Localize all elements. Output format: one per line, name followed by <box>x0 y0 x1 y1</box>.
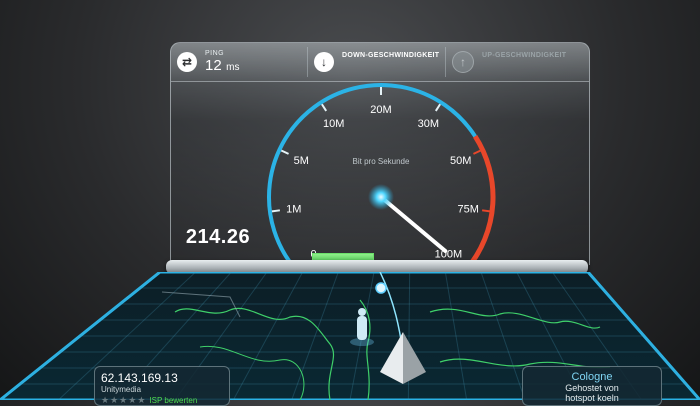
gauge-hub <box>368 184 394 210</box>
isp-name: Unitymedia <box>101 385 142 394</box>
gauge-tick <box>473 149 482 155</box>
server-location-dot <box>375 282 387 294</box>
rate-isp-link[interactable]: ISP bewerten <box>149 396 197 405</box>
gauge-tick <box>280 149 289 155</box>
star-icon[interactable]: ★ <box>128 395 136 406</box>
gauge-tick <box>434 103 441 112</box>
hosted-by-label: Gehostet von <box>565 383 619 393</box>
gauge-tick-label: 100M <box>435 249 463 261</box>
gauge-tick <box>271 209 281 213</box>
host-city: Cologne <box>571 371 613 383</box>
star-icon[interactable]: ★ <box>137 395 145 406</box>
gauge-tick <box>321 103 328 112</box>
gauge-tick-label: 1M <box>286 203 301 215</box>
current-speed-value: 214.26 <box>185 226 251 248</box>
gauge-tick-label: 30M <box>418 118 439 130</box>
star-icon[interactable]: ★ <box>119 395 127 406</box>
gauge-tick-label: 5M <box>294 155 309 167</box>
gauge-tick-label: 75M <box>458 203 479 215</box>
gauge-tick <box>481 209 491 213</box>
star-icon[interactable]: ★ <box>110 395 118 406</box>
ip-address: 62.143.169.13 <box>101 371 178 385</box>
isp-rating[interactable]: ★ ★ ★ ★ ★ ISP bewerten <box>101 395 223 406</box>
gauge-tick-label: 50M <box>450 155 471 167</box>
isp-info-box: 62.143.169.13 Unitymedia ★ ★ ★ ★ ★ ISP b… <box>94 366 230 406</box>
gauge-tick-label: 10M <box>323 118 344 130</box>
host-name: hotspot koeln <box>565 393 619 403</box>
host-info-box: Cologne Gehostet von hotspot koeln <box>522 366 662 406</box>
gauge-tick-label: 20M <box>370 104 391 116</box>
gauge-caption: Bit pro Sekunde <box>353 157 410 166</box>
star-icon[interactable]: ★ <box>101 395 109 406</box>
